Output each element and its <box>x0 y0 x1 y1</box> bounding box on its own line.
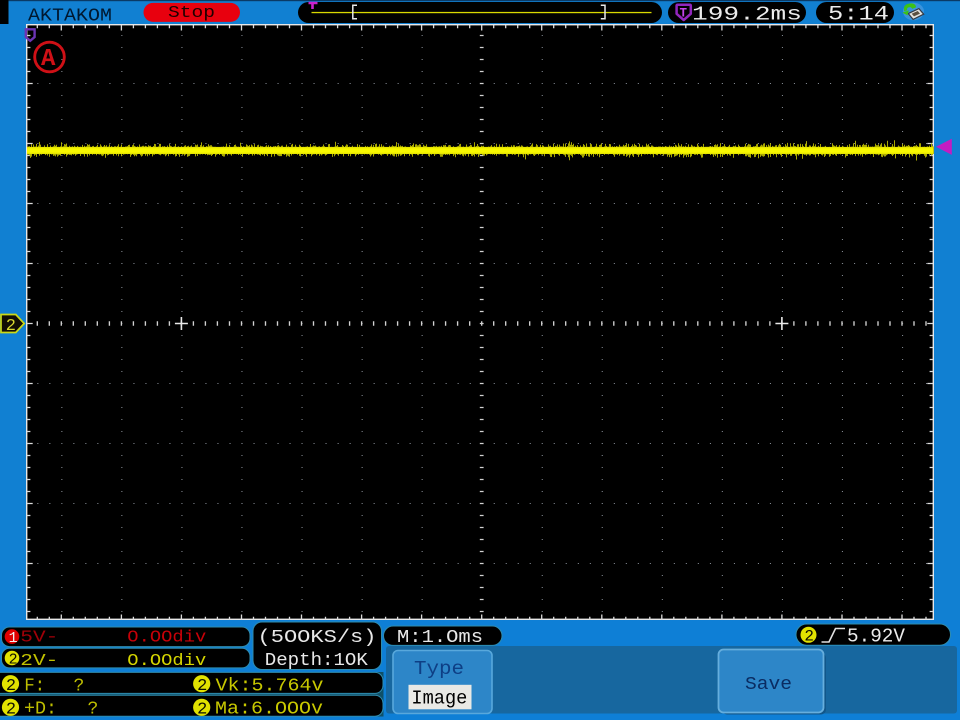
svg-text:199.2ms: 199.2ms <box>692 3 802 25</box>
svg-text:M:1.Oms: M:1.Oms <box>397 627 483 648</box>
svg-text:2: 2 <box>804 628 814 646</box>
svg-text:Save: Save <box>745 674 792 695</box>
svg-text:AKTAKOM: AKTAKOM <box>28 7 112 27</box>
svg-text:T: T <box>680 7 688 21</box>
svg-text:2: 2 <box>6 700 16 719</box>
svg-text:A: A <box>41 46 56 73</box>
svg-text:2V-: 2V- <box>20 652 58 671</box>
svg-text:2: 2 <box>197 700 207 719</box>
svg-text:Image: Image <box>411 688 467 710</box>
svg-text:?: ? <box>74 676 85 696</box>
svg-text:5:14: 5:14 <box>828 4 889 27</box>
svg-text:2: 2 <box>6 317 16 336</box>
svg-text:2: 2 <box>197 677 207 696</box>
svg-text:Type: Type <box>414 658 464 680</box>
svg-text:O.OOdiv: O.OOdiv <box>127 652 206 671</box>
svg-text:Depth:1OK: Depth:1OK <box>265 650 369 671</box>
svg-text:1: 1 <box>9 630 18 647</box>
svg-text:2: 2 <box>9 651 18 668</box>
svg-text:O.OOdiv: O.OOdiv <box>127 629 206 648</box>
svg-text:Stop: Stop <box>168 4 215 23</box>
svg-text:5.92V: 5.92V <box>847 626 906 648</box>
svg-text:Ma:6.OOOv: Ma:6.OOOv <box>215 700 323 720</box>
svg-text:2: 2 <box>6 677 16 696</box>
svg-text:5V-: 5V- <box>20 629 58 648</box>
svg-text:?: ? <box>88 700 99 720</box>
svg-text:Vk:5.764v: Vk:5.764v <box>216 676 324 696</box>
svg-text:F:: F: <box>24 676 45 696</box>
svg-text:(5OOKS/s): (5OOKS/s) <box>258 627 377 648</box>
svg-text:+D:: +D: <box>24 700 57 720</box>
